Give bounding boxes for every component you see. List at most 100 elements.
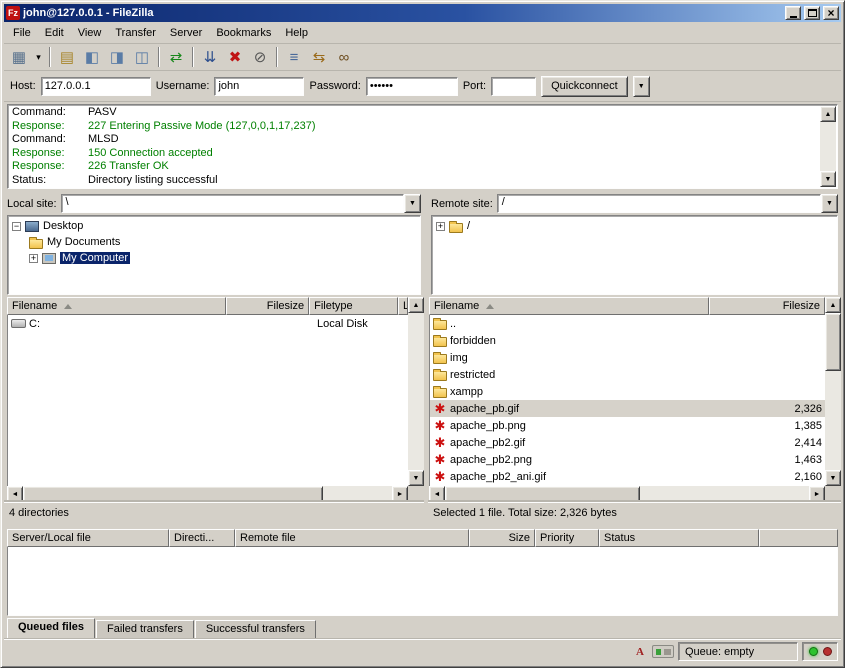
menu-file[interactable]: File — [6, 24, 38, 42]
tab-queued-files[interactable]: Queued files — [7, 618, 95, 638]
column-header-filename[interactable]: Filename — [429, 297, 709, 315]
file-row-img[interactable]: img — [430, 349, 825, 366]
scroll-right-icon[interactable] — [809, 486, 825, 502]
column-header-l[interactable]: L — [398, 297, 408, 315]
combo-dropdown-icon[interactable] — [404, 194, 421, 213]
cancel-transfer-icon[interactable]: ✖ — [223, 46, 247, 68]
scroll-left-icon[interactable] — [7, 486, 23, 502]
remote-horizontal-scrollbar[interactable] — [429, 486, 841, 502]
remote-tree-toggle-icon[interactable]: ◨ — [105, 46, 129, 68]
column-header-filesize[interactable]: Filesize — [226, 297, 309, 315]
speed-limits-icon[interactable] — [652, 645, 674, 658]
scroll-track[interactable] — [640, 486, 809, 502]
column-header-label: Filename — [12, 300, 57, 312]
disconnect-icon[interactable]: ⊘ — [248, 46, 272, 68]
menu-bookmarks[interactable]: Bookmarks — [209, 24, 278, 42]
scroll-track[interactable] — [825, 371, 841, 470]
column-header-directi[interactable]: Directi... — [169, 529, 235, 547]
scroll-track[interactable] — [323, 486, 392, 502]
file-cell: 1,463 — [710, 454, 825, 466]
minimize-button[interactable] — [785, 6, 801, 20]
expand-icon[interactable]: + — [436, 222, 445, 231]
menu-help[interactable]: Help — [278, 24, 315, 42]
file-row-apache-pb2-png[interactable]: ✱apache_pb2.png1,463 — [430, 451, 825, 468]
remote-vertical-scrollbar[interactable] — [825, 297, 841, 486]
file-row-forbidden[interactable]: forbidden — [430, 332, 825, 349]
file-row-restricted[interactable]: restricted — [430, 366, 825, 383]
scroll-down-icon[interactable] — [825, 470, 841, 486]
menu-view[interactable]: View — [71, 24, 109, 42]
file-row-apache-pb2-gif[interactable]: ✱apache_pb2.gif2,414 — [430, 434, 825, 451]
close-button[interactable] — [823, 6, 839, 20]
menu-server[interactable]: Server — [163, 24, 209, 42]
site-manager-dropdown-icon[interactable]: ▾ — [32, 46, 45, 68]
file-row-apache-pb2-ani-gif[interactable]: ✱apache_pb2_ani.gif2,160 — [430, 468, 825, 485]
scroll-track[interactable] — [820, 122, 836, 171]
window-title: john@127.0.0.1 - FileZilla — [23, 7, 782, 19]
file-row-apache-pb-gif[interactable]: ✱apache_pb.gif2,326 — [430, 400, 825, 417]
port-input[interactable] — [491, 77, 536, 96]
process-queue-icon[interactable]: ⇊ — [198, 46, 222, 68]
maximize-button[interactable] — [804, 6, 820, 20]
menu-transfer[interactable]: Transfer — [108, 24, 163, 42]
scroll-up-icon[interactable] — [408, 297, 424, 313]
menu-edit[interactable]: Edit — [38, 24, 71, 42]
host-input[interactable] — [41, 77, 151, 96]
message-log-toggle-icon[interactable]: ▤ — [55, 46, 79, 68]
log-scrollbar[interactable] — [820, 106, 836, 187]
directory-comparison-icon[interactable]: ≡ — [282, 46, 306, 68]
scroll-left-icon[interactable] — [429, 486, 445, 502]
scroll-up-icon[interactable] — [825, 297, 841, 313]
scroll-thumb[interactable] — [825, 313, 841, 371]
collapse-icon[interactable]: − — [12, 222, 21, 231]
combo-dropdown-icon[interactable] — [821, 194, 838, 213]
local-site-combobox[interactable]: \ — [61, 194, 421, 213]
column-header-size[interactable]: Size — [469, 529, 535, 547]
quickconnect-button[interactable]: Quickconnect — [541, 76, 628, 97]
column-header-filetype[interactable]: Filetype — [309, 297, 398, 315]
scroll-thumb[interactable] — [23, 486, 323, 502]
column-header-status[interactable]: Status — [599, 529, 759, 547]
tree-item-desktop[interactable]: −Desktop — [8, 218, 420, 234]
synchronized-browsing-icon[interactable]: ⇆ — [307, 46, 331, 68]
column-header-priority[interactable]: Priority — [535, 529, 599, 547]
tab-successful-transfers[interactable]: Successful transfers — [195, 620, 316, 638]
tab-failed-transfers[interactable]: Failed transfers — [96, 620, 194, 638]
queue-view-toggle-icon[interactable]: ◫ — [130, 46, 154, 68]
scroll-right-icon[interactable] — [392, 486, 408, 502]
file-row-item[interactable]: .. — [430, 315, 825, 332]
tree-item-my-computer[interactable]: +My Computer — [8, 250, 420, 266]
local-vertical-scrollbar[interactable] — [408, 297, 424, 486]
site-manager-icon[interactable]: ▦ — [7, 46, 31, 68]
scroll-down-icon[interactable] — [820, 171, 836, 187]
transfer-type-icon[interactable]: A — [632, 644, 648, 660]
remote-site-value[interactable]: / — [497, 194, 821, 213]
log-line-label: Response: — [12, 160, 88, 174]
local-site-value[interactable]: \ — [61, 194, 404, 213]
quickconnect-dropdown-icon[interactable] — [633, 76, 650, 97]
file-row-xampp[interactable]: xampp — [430, 383, 825, 400]
scroll-down-icon[interactable] — [408, 470, 424, 486]
scroll-up-icon[interactable] — [820, 106, 836, 122]
remote-site-combobox[interactable]: / — [497, 194, 838, 213]
tree-item-my-documents[interactable]: My Documents — [8, 234, 420, 250]
password-input[interactable] — [366, 77, 458, 96]
folder-icon — [433, 337, 447, 347]
remote-status-text: Selected 1 file. Total size: 2,326 bytes — [428, 502, 841, 523]
scroll-thumb[interactable] — [445, 486, 640, 502]
column-header-filesize[interactable]: Filesize — [709, 297, 825, 315]
column-header-remote-file[interactable]: Remote file — [235, 529, 469, 547]
local-horizontal-scrollbar[interactable] — [7, 486, 424, 502]
expand-icon[interactable]: + — [29, 254, 38, 263]
column-header-server-local-file[interactable]: Server/Local file — [7, 529, 169, 547]
find-files-icon[interactable]: ∞ — [332, 46, 356, 68]
column-header-filename[interactable]: Filename — [7, 297, 226, 315]
file-row-apache-pb-png[interactable]: ✱apache_pb.png1,385 — [430, 417, 825, 434]
tree-item-item[interactable]: +/ — [432, 218, 837, 234]
username-input[interactable] — [214, 77, 304, 96]
local-tree-toggle-icon[interactable]: ◧ — [80, 46, 104, 68]
scroll-track[interactable] — [408, 313, 424, 470]
refresh-icon[interactable]: ⇄ — [164, 46, 188, 68]
file-row-c[interactable]: C:Local Disk — [8, 315, 408, 332]
file-cell: ✱apache_pb2_ani.gif — [430, 470, 710, 484]
